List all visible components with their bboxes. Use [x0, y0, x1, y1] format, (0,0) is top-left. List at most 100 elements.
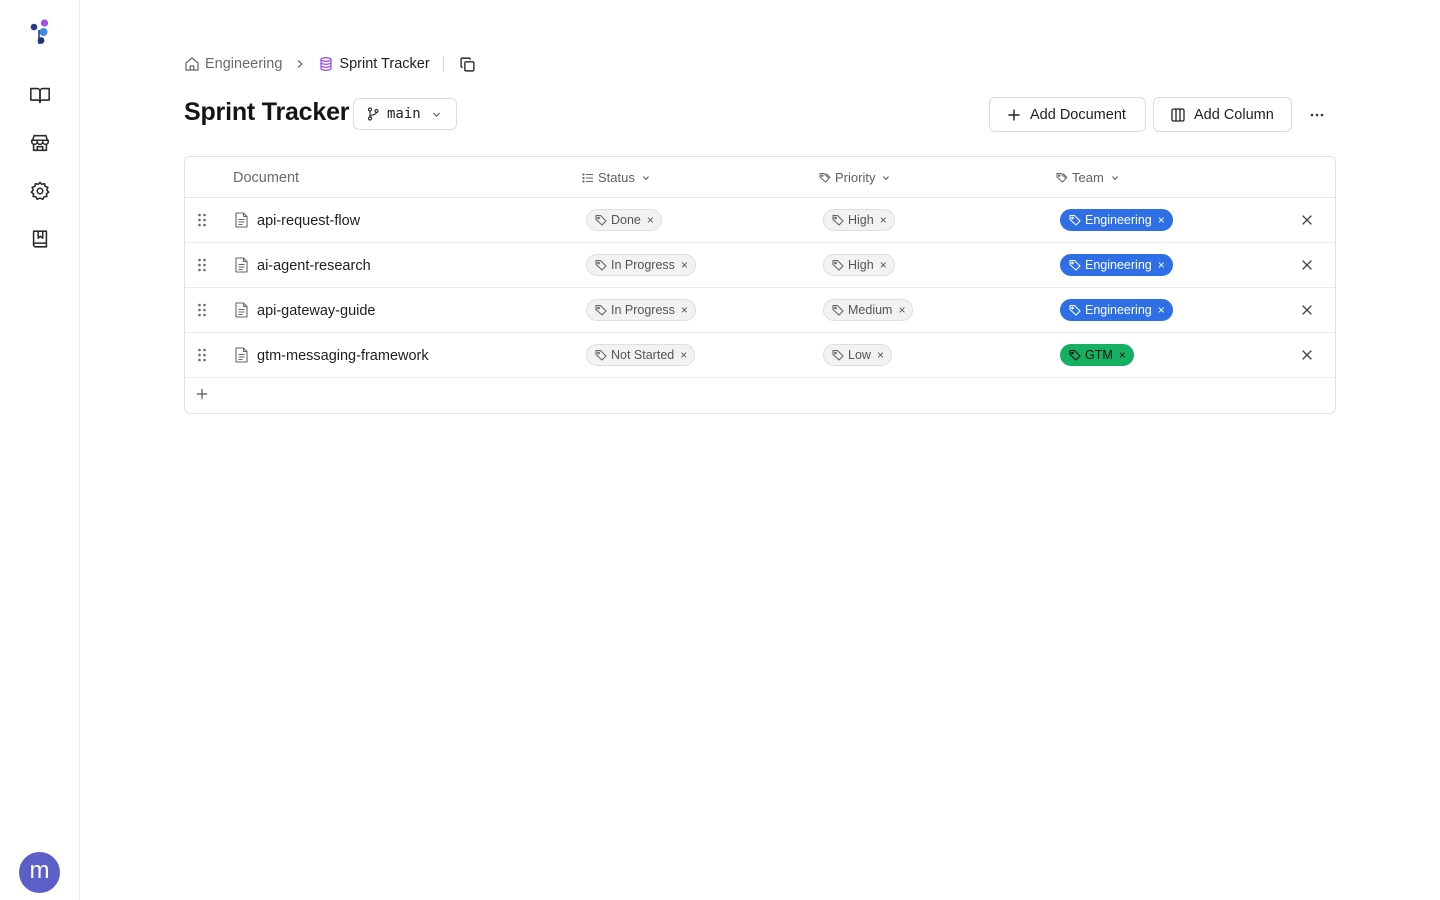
table-row[interactable]: api-request-flow Done × High × Engineeri…	[185, 198, 1335, 243]
file-text-icon	[235, 347, 248, 363]
team-tag-label: Engineering	[1085, 303, 1152, 317]
remove-tag-icon[interactable]: ×	[898, 304, 905, 316]
app-logo-icon[interactable]	[26, 18, 54, 46]
tag-icon	[832, 304, 844, 316]
delete-row-button[interactable]	[1299, 257, 1315, 273]
remove-tag-icon[interactable]: ×	[647, 214, 654, 226]
priority-tag[interactable]: Medium ×	[823, 299, 914, 321]
status-tag[interactable]: In Progress ×	[586, 254, 696, 276]
tag-icon	[595, 304, 607, 316]
breadcrumb-divider	[442, 56, 444, 72]
database-icon	[320, 57, 333, 71]
breadcrumb: Engineering Sprint Tracker	[184, 52, 480, 76]
drag-handle-icon[interactable]	[194, 257, 210, 273]
add-row-button[interactable]	[193, 385, 211, 403]
tag-icon	[832, 259, 844, 271]
tag-icon	[1069, 259, 1081, 271]
chevron-down-icon	[432, 112, 440, 117]
remove-tag-icon[interactable]: ×	[681, 259, 688, 271]
sidebar-item-settings[interactable]	[24, 175, 56, 207]
status-tag[interactable]: In Progress ×	[586, 299, 696, 321]
delete-row-button[interactable]	[1299, 302, 1315, 318]
priority-tag[interactable]: High ×	[823, 254, 895, 276]
sidebar-item-library[interactable]	[24, 223, 56, 255]
remove-tag-icon[interactable]: ×	[1158, 214, 1165, 226]
store-icon	[30, 134, 50, 152]
remove-tag-icon[interactable]: ×	[877, 349, 884, 361]
column-header-status[interactable]: Status	[582, 157, 651, 198]
priority-tag-label: Low	[848, 348, 871, 362]
team-tag-label: GTM	[1085, 348, 1113, 362]
bookmark-book-icon	[32, 230, 48, 248]
close-icon	[1302, 260, 1312, 270]
drag-handle-icon[interactable]	[194, 302, 210, 318]
column-header-priority-label: Priority	[835, 170, 876, 185]
sidebar: m	[0, 0, 80, 900]
column-header-status-label: Status	[598, 170, 635, 185]
team-tag[interactable]: Engineering ×	[1060, 209, 1173, 231]
remove-tag-icon[interactable]: ×	[681, 304, 688, 316]
list-icon	[582, 172, 593, 183]
document-name[interactable]: gtm-messaging-framework	[257, 333, 429, 378]
remove-tag-icon[interactable]: ×	[1158, 304, 1165, 316]
more-options-button[interactable]	[1303, 101, 1331, 129]
column-header-team-label: Team	[1072, 170, 1104, 185]
tag-icon	[832, 214, 844, 226]
branch-selector[interactable]: main	[353, 98, 457, 130]
add-document-button[interactable]: Add Document	[989, 97, 1146, 132]
drag-handle-icon[interactable]	[194, 347, 210, 363]
drag-handle-icon[interactable]	[194, 212, 210, 228]
remove-tag-icon[interactable]: ×	[880, 214, 887, 226]
tag-icon	[595, 349, 607, 361]
priority-tag-label: Medium	[848, 303, 893, 317]
status-tag-label: In Progress	[611, 303, 675, 317]
team-tag[interactable]: Engineering ×	[1060, 254, 1173, 276]
column-header-priority[interactable]: Priority	[819, 157, 891, 198]
tag-icon	[832, 349, 844, 361]
table-row[interactable]: api-gateway-guide In Progress × Medium ×…	[185, 288, 1335, 333]
status-tag[interactable]: Not Started ×	[586, 344, 696, 366]
chevron-down-icon	[642, 175, 649, 180]
git-branch-icon	[367, 107, 379, 121]
status-tag[interactable]: Done ×	[586, 209, 662, 231]
add-column-button[interactable]: Add Column	[1153, 97, 1292, 132]
priority-tag[interactable]: Low ×	[823, 344, 892, 366]
delete-row-button[interactable]	[1299, 347, 1315, 363]
team-tag[interactable]: GTM ×	[1060, 344, 1134, 366]
table-row[interactable]: gtm-messaging-framework Not Started × Lo…	[185, 333, 1335, 378]
remove-tag-icon[interactable]: ×	[680, 349, 687, 361]
tags-icon	[819, 172, 831, 183]
columns-icon	[1171, 107, 1185, 122]
status-tag-label: Done	[611, 213, 641, 227]
document-name[interactable]: api-request-flow	[257, 198, 360, 243]
column-header-team[interactable]: Team	[1056, 157, 1120, 198]
tag-icon	[1069, 349, 1081, 361]
remove-tag-icon[interactable]: ×	[1119, 349, 1126, 361]
breadcrumb-sprint-tracker[interactable]: Sprint Tracker	[318, 56, 430, 72]
tag-icon	[595, 259, 607, 271]
tag-icon	[1069, 214, 1081, 226]
remove-tag-icon[interactable]: ×	[1158, 259, 1165, 271]
sidebar-item-store[interactable]	[24, 127, 56, 159]
add-document-label: Add Document	[1030, 106, 1126, 123]
breadcrumb-current-label: Sprint Tracker	[339, 56, 430, 72]
table-header: Document Status Priority Team	[185, 157, 1335, 198]
column-header-document-label: Document	[233, 169, 300, 186]
priority-tag[interactable]: High ×	[823, 209, 895, 231]
file-text-icon	[235, 302, 248, 318]
document-name[interactable]: api-gateway-guide	[257, 288, 376, 333]
sidebar-item-docs[interactable]	[24, 79, 56, 111]
copy-button[interactable]	[456, 52, 480, 76]
breadcrumb-engineering[interactable]: Engineering	[184, 56, 282, 72]
gear-icon	[30, 181, 50, 201]
document-name[interactable]: ai-agent-research	[257, 243, 371, 288]
team-tag[interactable]: Engineering ×	[1060, 299, 1173, 321]
chevron-down-icon	[883, 175, 890, 180]
remove-tag-icon[interactable]: ×	[880, 259, 887, 271]
tags-icon	[1056, 172, 1068, 183]
delete-row-button[interactable]	[1299, 212, 1315, 228]
avatar[interactable]: m	[19, 852, 60, 893]
documents-table: Document Status Priority Team api-reques…	[184, 156, 1336, 414]
table-row[interactable]: ai-agent-research In Progress × High × E…	[185, 243, 1335, 288]
column-header-document[interactable]: Document	[233, 157, 299, 198]
